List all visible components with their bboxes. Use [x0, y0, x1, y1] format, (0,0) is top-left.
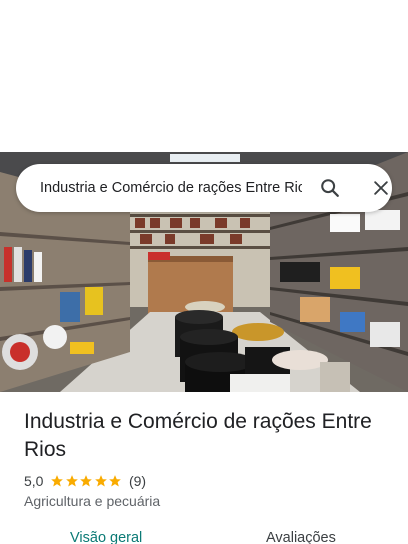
rating-row[interactable]: 5,0 (9) [24, 471, 146, 491]
rating-value: 5,0 [24, 473, 44, 489]
rating-stars [50, 474, 123, 488]
star-icon [95, 475, 107, 487]
tab-overview[interactable]: Visão geral [70, 530, 142, 544]
close-icon [374, 181, 388, 195]
star-icon [80, 475, 93, 487]
clear-search-button[interactable] [367, 174, 395, 202]
tab-reviews[interactable]: Avaliações [266, 530, 336, 544]
place-title: Industria e Comércio de rações Entre Rio… [24, 410, 372, 461]
review-count: (9) [128, 473, 147, 489]
map-blank-area [0, 0, 408, 152]
place-category: Agricultura e pecuária [24, 493, 161, 509]
search-icon [321, 179, 339, 197]
star-icon [51, 475, 64, 487]
star-icon [66, 475, 78, 487]
search-input[interactable]: Industria e Comércio de rações Entre Rio… [40, 164, 302, 212]
search-bar[interactable]: Industria e Comércio de rações Entre Rio… [16, 164, 392, 212]
star-icon [109, 475, 122, 487]
search-button[interactable] [316, 174, 344, 202]
